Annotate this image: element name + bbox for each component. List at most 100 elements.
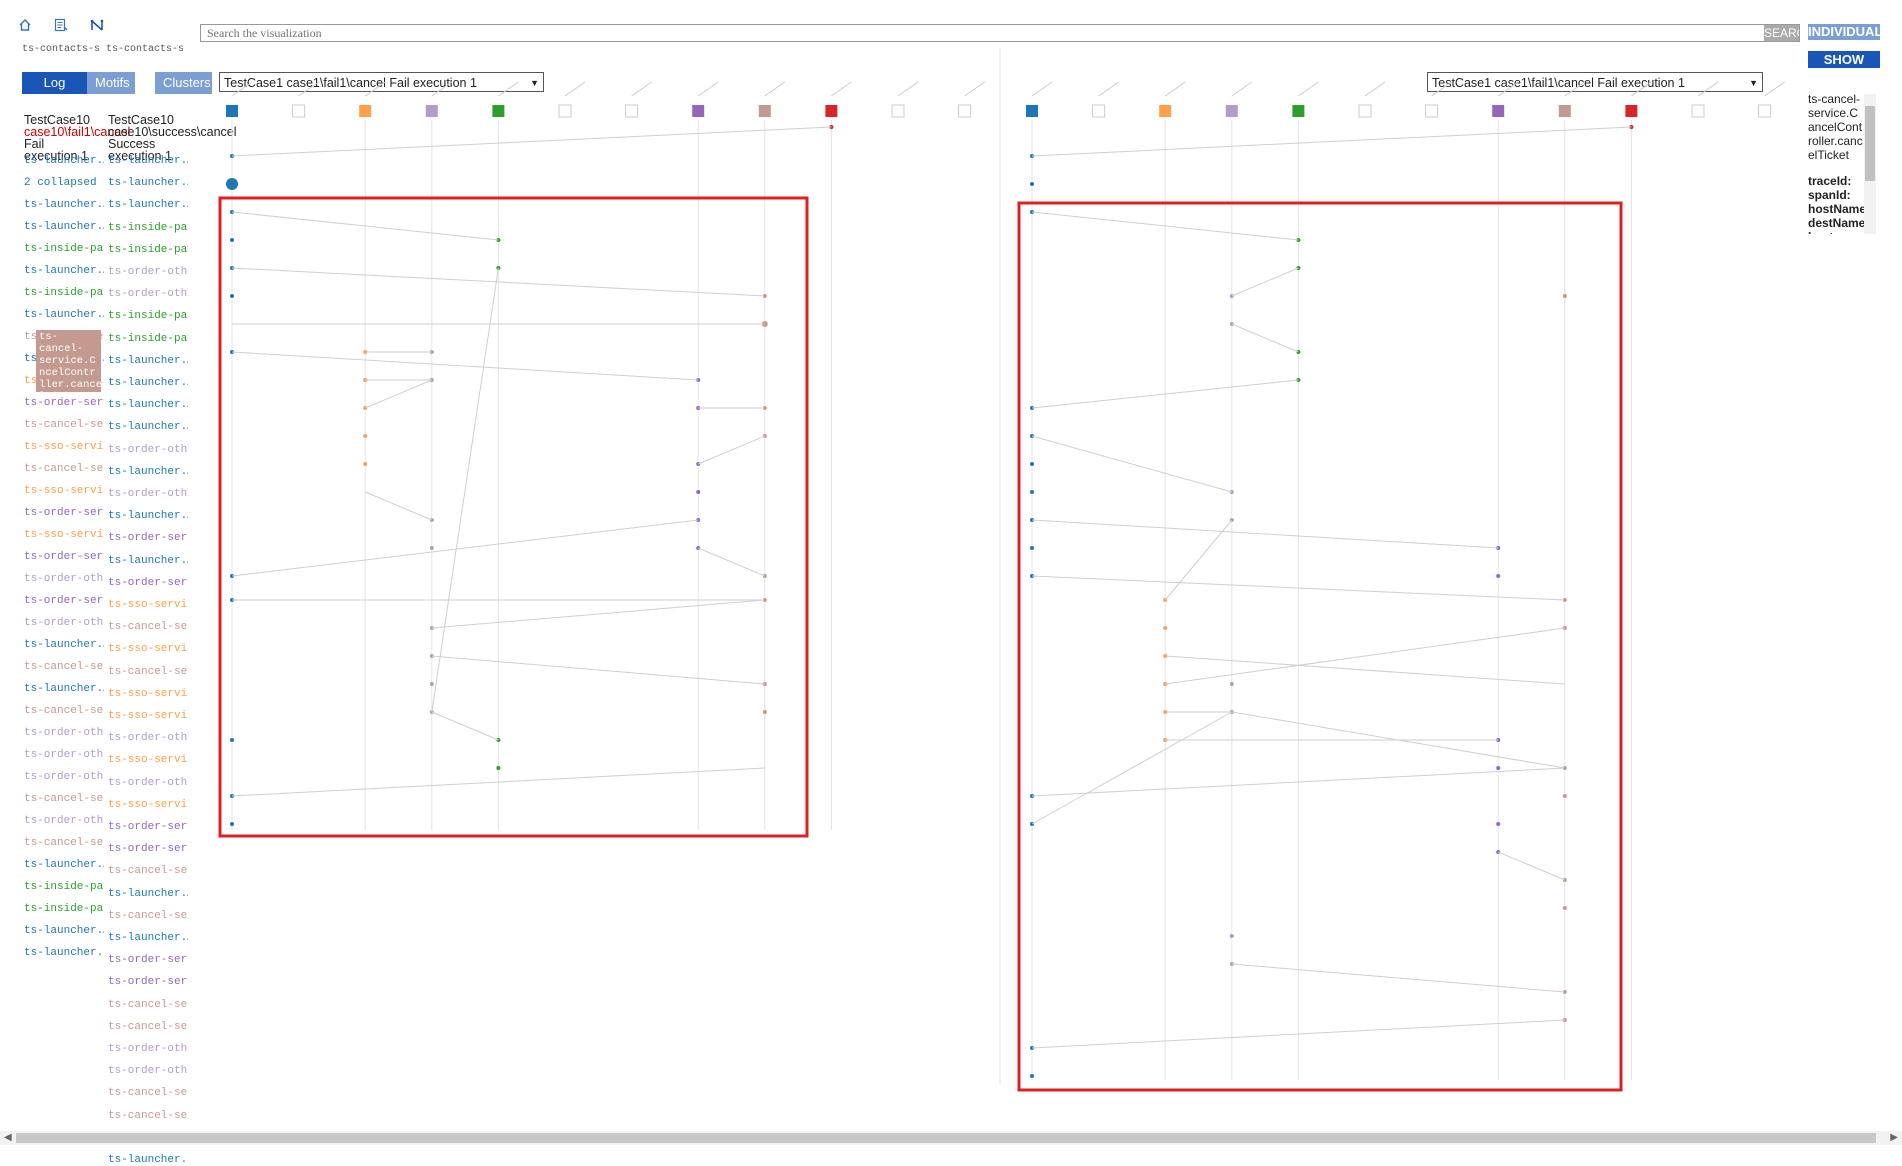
right-span-edge [1498, 851, 1565, 881]
right-span-node[interactable] [1496, 574, 1501, 578]
right-service-toggle[interactable] [1691, 104, 1705, 118]
left-span-node[interactable] [496, 766, 501, 770]
right-span-node[interactable] [1562, 906, 1567, 910]
left-span-edge [365, 491, 432, 521]
right-service-header-label [1098, 81, 1119, 97]
scroll-left-icon[interactable]: ◀ [4, 1132, 12, 1143]
right-service-header-label [1364, 81, 1386, 97]
right-span-edge [1231, 267, 1299, 297]
left-span-node[interactable] [762, 710, 767, 714]
horizontal-scrollbar[interactable]: ◀ ▶ [0, 1131, 1902, 1145]
left-service-header-label [564, 81, 586, 97]
right-span-node[interactable] [1163, 626, 1168, 630]
left-service-toggle[interactable] [226, 105, 238, 117]
right-service-header-label [1697, 81, 1719, 97]
right-span-node[interactable] [1229, 934, 1234, 938]
log-line[interactable]: ts-launcher.I [108, 1154, 188, 1166]
left-panel [226, 81, 985, 830]
left-span-edge [698, 547, 765, 577]
detail-panel-scrollbar[interactable] [1864, 94, 1876, 234]
left-service-header-label [431, 81, 453, 97]
right-service-header-label [1497, 81, 1519, 97]
left-span-node[interactable] [230, 822, 234, 826]
right-service-header-label [1031, 81, 1053, 97]
left-service-header-label [364, 81, 386, 97]
right-span-edge [1231, 323, 1299, 353]
right-service-toggle[interactable] [1758, 104, 1772, 118]
left-span-node[interactable] [429, 546, 434, 550]
left-span-edge [231, 519, 699, 577]
left-span-edge [431, 599, 765, 629]
left-service-toggle[interactable] [359, 105, 372, 117]
right-service-header-label [1431, 81, 1452, 97]
scrollbar-thumb[interactable] [16, 1133, 1876, 1143]
right-service-header-label [1231, 81, 1253, 97]
left-span-edge [431, 267, 499, 713]
right-service-header-label [1564, 81, 1586, 97]
left-service-header-label [298, 81, 319, 97]
right-service-header-label [1631, 81, 1652, 97]
right-service-toggle[interactable] [1492, 105, 1505, 117]
right-span-node[interactable] [1030, 1074, 1034, 1078]
right-span-edge [1031, 126, 1632, 157]
left-span-edge [431, 711, 499, 741]
left-span-node[interactable] [230, 238, 234, 242]
left-service-header-label [697, 81, 719, 97]
left-service-header-label [231, 81, 253, 97]
left-span-edge [698, 435, 765, 465]
left-span-edge [231, 351, 699, 381]
scroll-right-icon[interactable]: ▶ [1890, 1132, 1898, 1143]
left-service-toggle[interactable] [758, 105, 771, 117]
left-service-header-label [831, 81, 852, 97]
left-service-toggle[interactable] [692, 105, 705, 117]
left-span-node[interactable] [429, 682, 434, 686]
right-span-node[interactable] [1562, 794, 1567, 798]
left-service-header-label [498, 81, 519, 97]
right-service-toggle[interactable] [1026, 105, 1038, 117]
left-service-toggle[interactable] [891, 104, 905, 118]
left-service-toggle[interactable] [425, 105, 438, 117]
collapsed-group-badge[interactable] [226, 178, 238, 190]
right-service-toggle[interactable] [1358, 104, 1372, 118]
right-service-toggle[interactable] [1425, 104, 1439, 118]
right-service-header-label [1298, 81, 1319, 97]
right-span-node[interactable] [1562, 294, 1567, 298]
right-span-edge [1231, 963, 1565, 993]
right-span-edge [1031, 711, 1233, 825]
left-span-node[interactable] [230, 294, 234, 298]
right-service-toggle[interactable] [1292, 105, 1305, 117]
right-span-node[interactable] [1496, 822, 1501, 826]
left-service-toggle[interactable] [558, 104, 572, 118]
left-span-node[interactable] [363, 434, 368, 438]
right-span-node[interactable] [1030, 546, 1034, 550]
left-service-toggle[interactable] [625, 104, 639, 118]
right-service-toggle[interactable] [1159, 105, 1172, 117]
right-span-node[interactable] [1030, 182, 1034, 186]
right-span-edge [1164, 519, 1233, 601]
left-span-edge [365, 379, 432, 409]
left-service-toggle[interactable] [825, 105, 838, 117]
right-span-edge [1031, 519, 1499, 549]
right-span-node[interactable] [1030, 490, 1034, 494]
right-span-node[interactable] [1496, 766, 1501, 770]
left-span-node[interactable] [363, 462, 368, 466]
trace-visualization [218, 48, 1785, 1092]
left-service-header-label [964, 81, 985, 97]
left-span-edge [431, 655, 765, 685]
left-service-toggle[interactable] [492, 105, 505, 117]
right-service-toggle[interactable] [1625, 105, 1638, 117]
left-service-toggle[interactable] [958, 104, 972, 118]
highlight-box-right [1017, 201, 1623, 1092]
left-service-header-label [764, 81, 786, 97]
right-span-node[interactable] [1030, 462, 1034, 466]
left-span-node[interactable] [230, 738, 234, 742]
left-service-header-label [631, 81, 652, 97]
left-span-node[interactable] [696, 490, 701, 494]
right-service-header-label [1164, 81, 1186, 97]
left-span-edge [231, 126, 832, 157]
left-service-toggle[interactable] [292, 104, 306, 118]
right-service-toggle[interactable] [1092, 104, 1106, 118]
right-span-node[interactable] [1229, 682, 1234, 686]
right-service-toggle[interactable] [1225, 105, 1238, 117]
right-service-toggle[interactable] [1558, 105, 1571, 117]
